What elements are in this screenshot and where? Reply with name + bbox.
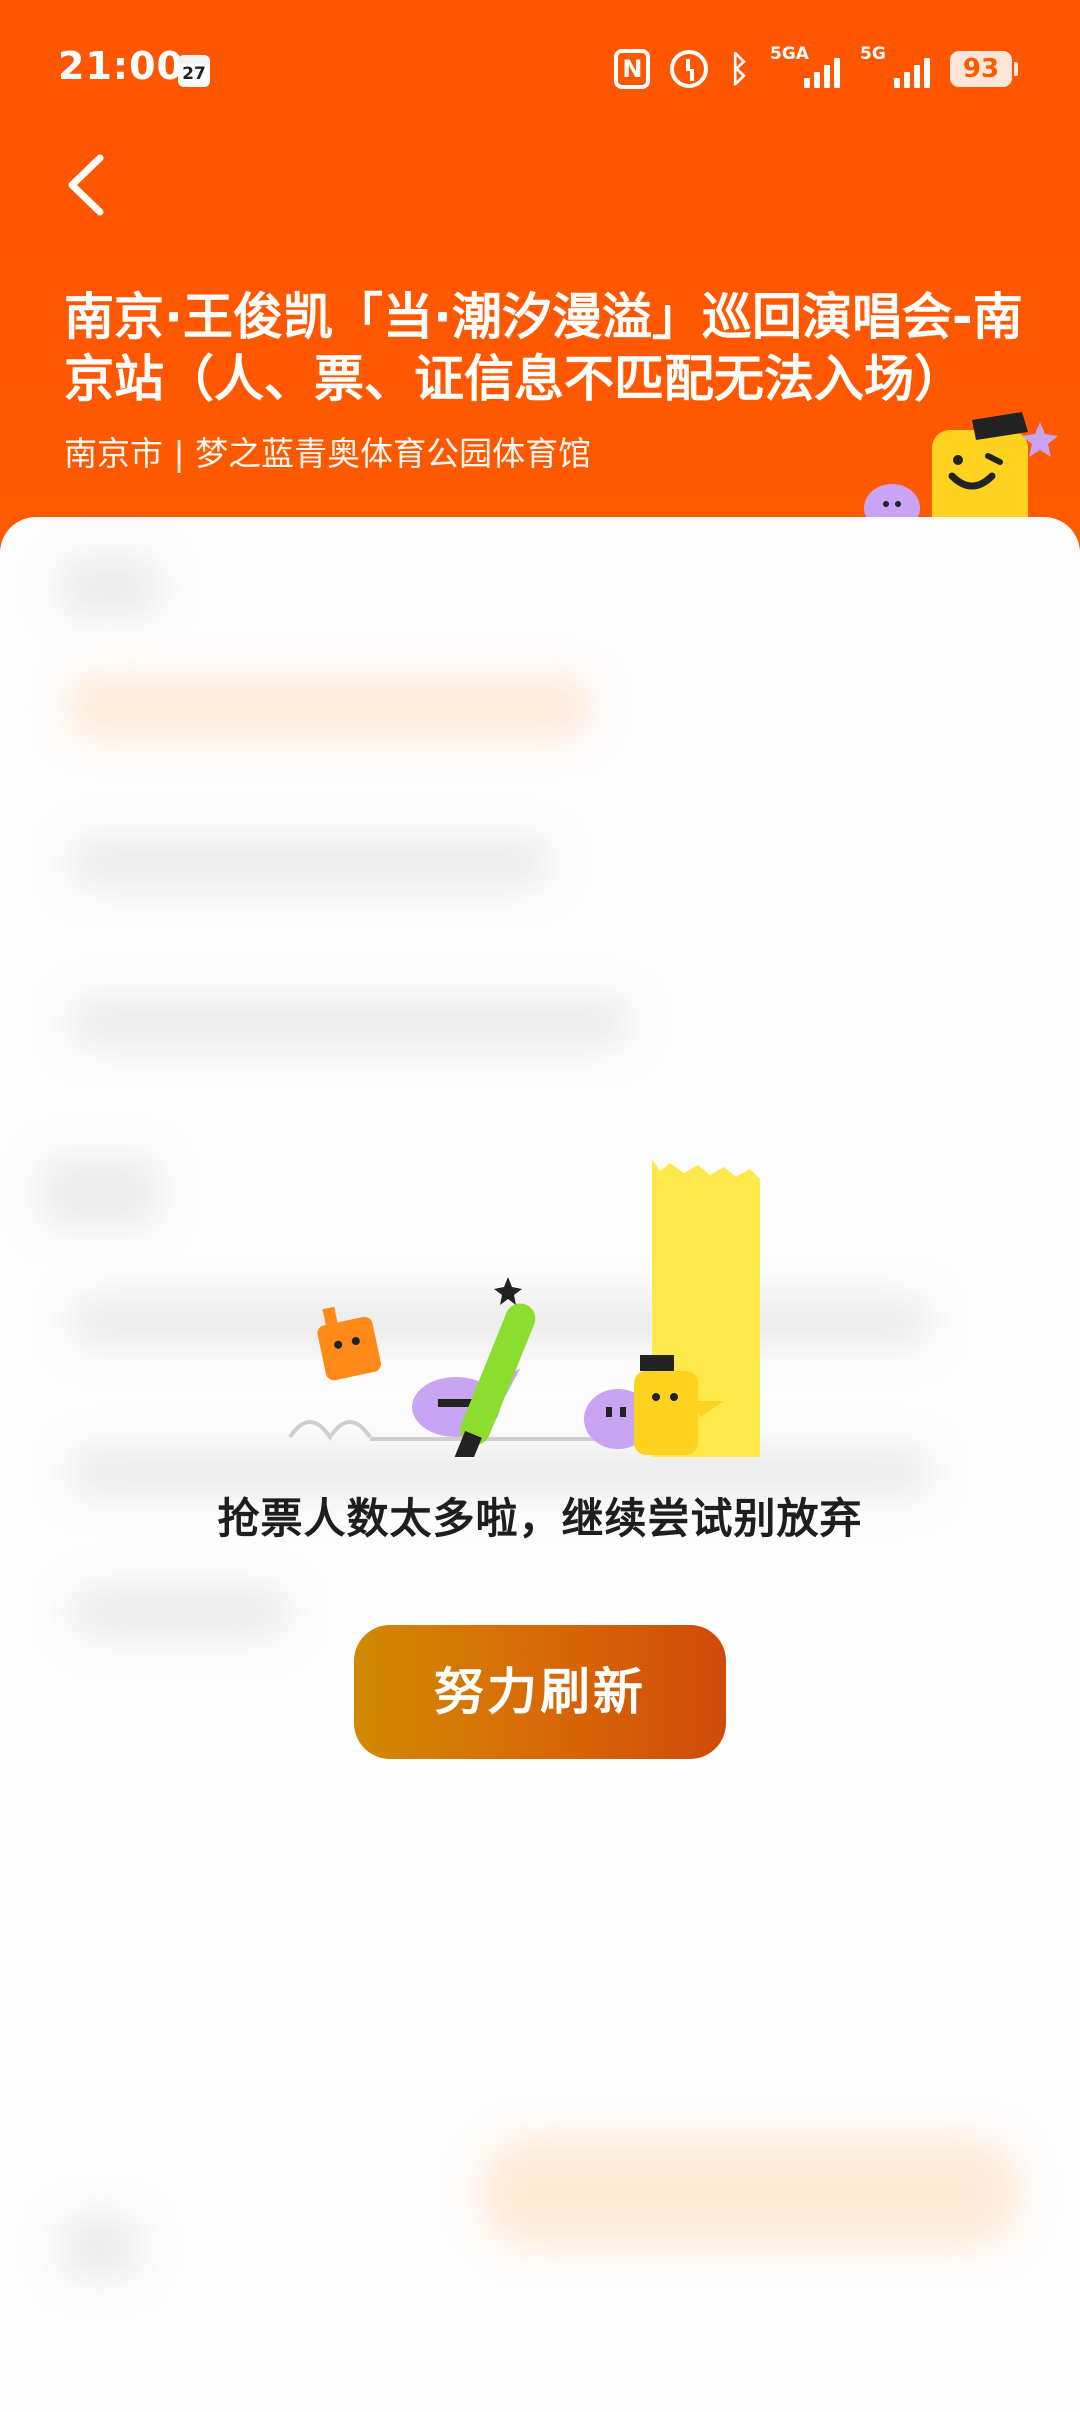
empty-state-message: 抢票人数太多啦，继续尝试别放弃	[217, 1494, 863, 1543]
status-bar: 21:00 27 N ᛒ 5GA 5G 93	[0, 0, 1080, 140]
battery-icon: 93	[950, 51, 1018, 87]
mascot-illustration	[864, 412, 1058, 530]
page-title: 南京·王俊凯「当·潮汐漫溢」巡回演唱会-南京站（人、票、证信息不匹配无法入场）	[64, 288, 1023, 408]
blurred-background-content	[0, 517, 1080, 2412]
bluetooth-icon: ᛒ	[728, 48, 750, 90]
venue-subtitle: 南京市 | 梦之蓝青奥体育公园体育馆	[64, 434, 592, 473]
status-icons: N ᛒ 5GA 5G 93	[614, 44, 1018, 92]
back-button[interactable]	[56, 150, 116, 220]
nfc-icon: N	[614, 49, 651, 89]
content-sheet: 抢票人数太多啦，继续尝试别放弃 努力刷新	[0, 517, 1080, 2412]
calendar-icon: 27	[178, 55, 210, 87]
signal-5g-icon: 5G	[860, 44, 930, 90]
signal-5ga-icon: 5GA	[770, 44, 840, 90]
status-time: 21:00	[58, 44, 184, 88]
alarm-icon	[670, 50, 709, 88]
header: 21:00 27 N ᛒ 5GA 5G 93 南京·王俊凯「当·潮汐漫溢」巡回演…	[0, 0, 1080, 560]
refresh-button[interactable]: 努力刷新	[354, 1625, 726, 1759]
crowd-rush-illustration	[288, 1159, 760, 1457]
chevron-left-icon	[68, 154, 104, 216]
